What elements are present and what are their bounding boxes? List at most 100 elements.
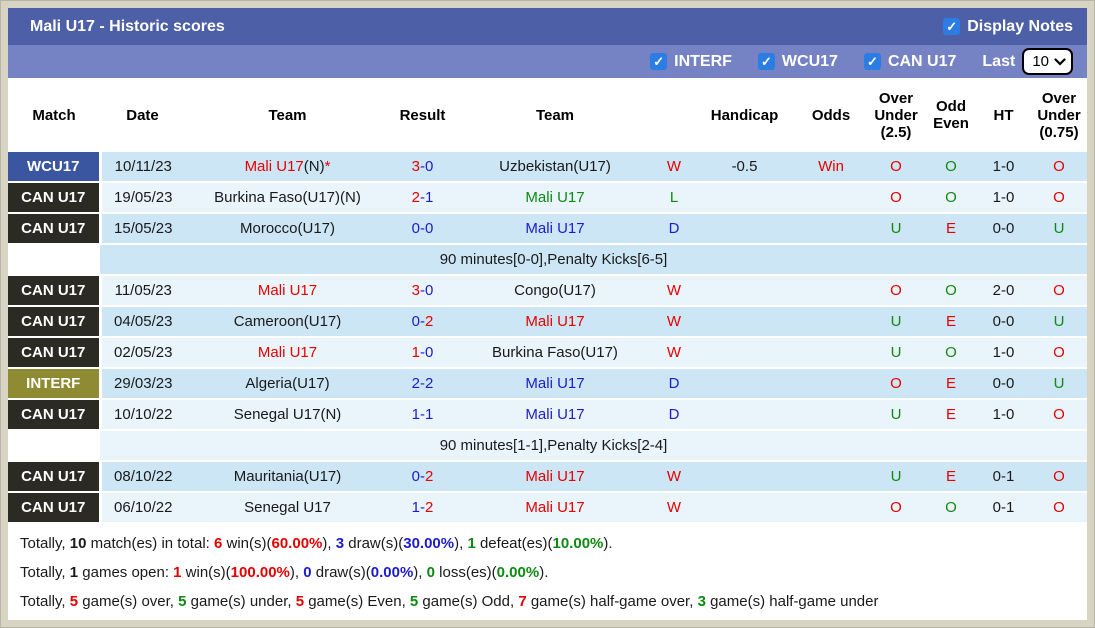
table-header-row: Match Date Team Result Team Handicap Odd… bbox=[8, 78, 1087, 152]
over-under-075-value: U bbox=[1031, 306, 1087, 337]
result-letter: W bbox=[655, 275, 693, 306]
match-date: 19/05/23 bbox=[100, 182, 185, 213]
summary-open-line: Totally, 1 games open: 1 win(s)(100.00%)… bbox=[20, 558, 1075, 587]
last-games-select[interactable]: 10 bbox=[1022, 48, 1073, 75]
away-team: Congo(U17) bbox=[455, 275, 655, 306]
competition-badge: CAN U17 bbox=[8, 492, 100, 523]
over-under-075-value: O bbox=[1031, 492, 1087, 523]
checkmark-icon: ✓ bbox=[867, 54, 878, 70]
half-time-score: 0-1 bbox=[976, 461, 1031, 492]
score: 3-0 bbox=[390, 275, 455, 306]
empty-match-cell bbox=[8, 244, 100, 275]
home-team: Burkina Faso(U17)(N) bbox=[185, 182, 390, 213]
content-area: Mali U17 - Historic scores ✓ Display Not… bbox=[8, 8, 1087, 620]
home-team: Cameroon(U17) bbox=[185, 306, 390, 337]
result-letter: W bbox=[655, 461, 693, 492]
odd-even-value: O bbox=[926, 182, 976, 213]
penalty-note: 90 minutes[1-1],Penalty Kicks[2-4] bbox=[100, 430, 1087, 461]
handicap-value bbox=[693, 399, 796, 430]
odds-value bbox=[796, 306, 866, 337]
over-under-25-value: O bbox=[866, 182, 926, 213]
handicap-value: -0.5 bbox=[693, 152, 796, 182]
over-under-075-value: O bbox=[1031, 337, 1087, 368]
interf-checkbox[interactable]: ✓ bbox=[650, 53, 667, 70]
handicap-value bbox=[693, 213, 796, 244]
historic-scores-table: Match Date Team Result Team Handicap Odd… bbox=[8, 78, 1087, 524]
empty-match-cell bbox=[8, 430, 100, 461]
match-row: CAN U1704/05/23Cameroon(U17)0-2Mali U17W… bbox=[8, 306, 1087, 337]
filter-canu17-toggle[interactable]: ✓ CAN U17 bbox=[864, 53, 956, 71]
col-team-home: Team bbox=[185, 78, 390, 152]
summary-total-line: Totally, 10 match(es) in total: 6 win(s)… bbox=[20, 529, 1075, 558]
col-over-under-25: Over Under (2.5) bbox=[866, 78, 926, 152]
competition-badge: CAN U17 bbox=[8, 182, 100, 213]
away-team: Mali U17 bbox=[455, 182, 655, 213]
away-team: Burkina Faso(U17) bbox=[455, 337, 655, 368]
away-team: Mali U17 bbox=[455, 492, 655, 523]
match-date: 02/05/23 bbox=[100, 337, 185, 368]
score: 2-1 bbox=[390, 182, 455, 213]
odd-even-value: E bbox=[926, 368, 976, 399]
match-row: CAN U1710/10/22Senegal U17(N)1-1Mali U17… bbox=[8, 399, 1087, 430]
display-notes-toggle[interactable]: ✓ Display Notes bbox=[943, 18, 1073, 36]
competition-badge: INTERF bbox=[8, 368, 100, 399]
odds-value bbox=[796, 182, 866, 213]
display-notes-label: Display Notes bbox=[967, 18, 1073, 36]
col-team-away: Team bbox=[455, 78, 655, 152]
home-team: Morocco(U17) bbox=[185, 213, 390, 244]
filter-wcu17-toggle[interactable]: ✓ WCU17 bbox=[758, 53, 838, 71]
handicap-value bbox=[693, 337, 796, 368]
match-date: 11/05/23 bbox=[100, 275, 185, 306]
over-under-25-value: U bbox=[866, 399, 926, 430]
col-odds: Odds bbox=[796, 78, 866, 152]
odds-value bbox=[796, 461, 866, 492]
odds-value bbox=[796, 368, 866, 399]
penalty-note: 90 minutes[0-0],Penalty Kicks[6-5] bbox=[100, 244, 1087, 275]
title-bar: Mali U17 - Historic scores ✓ Display Not… bbox=[8, 8, 1087, 45]
col-match: Match bbox=[8, 78, 100, 152]
score: 0-2 bbox=[390, 461, 455, 492]
half-time-score: 0-1 bbox=[976, 492, 1031, 523]
match-date: 04/05/23 bbox=[100, 306, 185, 337]
over-under-25-value: U bbox=[866, 461, 926, 492]
home-team: Senegal U17(N) bbox=[185, 399, 390, 430]
match-date: 10/11/23 bbox=[100, 152, 185, 182]
odd-even-value: E bbox=[926, 306, 976, 337]
odd-even-value: O bbox=[926, 152, 976, 182]
over-under-25-value: U bbox=[866, 306, 926, 337]
result-letter: D bbox=[655, 399, 693, 430]
match-row: CAN U1702/05/23Mali U171-0Burkina Faso(U… bbox=[8, 337, 1087, 368]
handicap-value bbox=[693, 368, 796, 399]
match-date: 15/05/23 bbox=[100, 213, 185, 244]
col-wld bbox=[655, 78, 693, 152]
score: 0-2 bbox=[390, 306, 455, 337]
score: 1-0 bbox=[390, 337, 455, 368]
half-time-score: 0-0 bbox=[976, 213, 1031, 244]
filter-interf-toggle[interactable]: ✓ INTERF bbox=[650, 53, 732, 71]
col-handicap: Handicap bbox=[693, 78, 796, 152]
match-row: CAN U1706/10/22Senegal U171-2Mali U17WOO… bbox=[8, 492, 1087, 523]
odds-value: Win bbox=[796, 152, 866, 182]
odds-value bbox=[796, 492, 866, 523]
display-notes-checkbox[interactable]: ✓ bbox=[943, 18, 960, 35]
over-under-25-value: O bbox=[866, 492, 926, 523]
half-time-score: 0-0 bbox=[976, 306, 1031, 337]
result-letter: W bbox=[655, 306, 693, 337]
half-time-score: 0-0 bbox=[976, 368, 1031, 399]
col-odd-even: Odd Even bbox=[926, 78, 976, 152]
wcu17-checkbox[interactable]: ✓ bbox=[758, 53, 775, 70]
over-under-25-value: O bbox=[866, 152, 926, 182]
over-under-075-value: O bbox=[1031, 152, 1087, 182]
over-under-075-value: O bbox=[1031, 461, 1087, 492]
can-u17-checkbox[interactable]: ✓ bbox=[864, 53, 881, 70]
over-under-25-value: U bbox=[866, 213, 926, 244]
result-letter: W bbox=[655, 337, 693, 368]
odds-value bbox=[796, 213, 866, 244]
away-team: Mali U17 bbox=[455, 461, 655, 492]
competition-badge: CAN U17 bbox=[8, 213, 100, 244]
over-under-075-value: O bbox=[1031, 182, 1087, 213]
score: 2-2 bbox=[390, 368, 455, 399]
away-team: Uzbekistan(U17) bbox=[455, 152, 655, 182]
over-under-075-value: O bbox=[1031, 275, 1087, 306]
over-under-075-value: O bbox=[1031, 399, 1087, 430]
